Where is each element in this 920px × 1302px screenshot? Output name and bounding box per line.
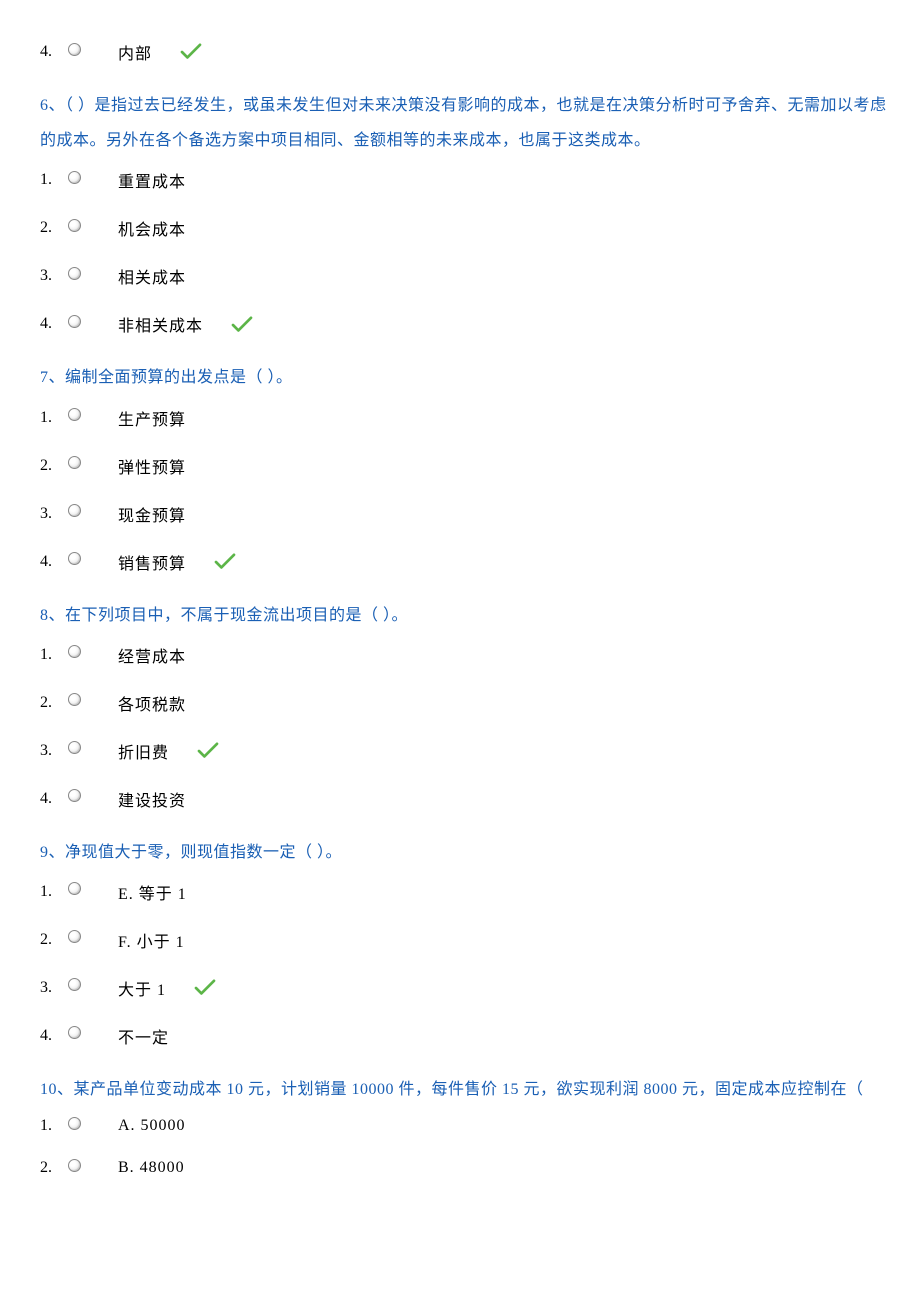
- option-text: 大于 1: [118, 976, 166, 1000]
- check-icon: [197, 742, 219, 760]
- option-row: 1. E. 等于 1: [40, 880, 888, 904]
- option-number: 2.: [40, 694, 68, 712]
- option-text: 各项税款: [118, 691, 186, 715]
- option-number: 1.: [40, 883, 68, 901]
- option-text: 折旧费: [118, 739, 169, 763]
- option-number: 2.: [40, 457, 68, 475]
- question-10-prompt: 10、某产品单位变动成本 10 元，计划销量 10000 件，每件售价 15 元…: [40, 1072, 888, 1107]
- option-number: 4.: [40, 1027, 68, 1045]
- option-text: 内部: [118, 40, 152, 64]
- option-text: A. 50000: [118, 1117, 186, 1135]
- check-icon: [194, 979, 216, 997]
- option-row: 3. 大于 1: [40, 976, 888, 1000]
- radio-button[interactable]: [68, 456, 81, 469]
- radio-button[interactable]: [68, 645, 81, 658]
- radio-button[interactable]: [68, 789, 81, 802]
- option-row: 3. 相关成本: [40, 264, 888, 288]
- option-row: 4. 内部: [40, 40, 888, 64]
- radio-button[interactable]: [68, 693, 81, 706]
- option-row: 1. 经营成本: [40, 643, 888, 667]
- option-number: 4.: [40, 315, 68, 333]
- option-row: 2. F. 小于 1: [40, 928, 888, 952]
- option-row: 2. 弹性预算: [40, 454, 888, 478]
- option-text: 重置成本: [118, 168, 186, 192]
- radio-wrap: [68, 49, 98, 56]
- radio-button[interactable]: [68, 1026, 81, 1039]
- option-row: 3. 现金预算: [40, 502, 888, 526]
- option-number: 2.: [40, 931, 68, 949]
- option-number: 3.: [40, 742, 68, 760]
- option-text: 相关成本: [118, 264, 186, 288]
- option-row: 4. 非相关成本: [40, 312, 888, 336]
- check-icon: [214, 552, 236, 570]
- option-number: 3.: [40, 979, 68, 997]
- question-9-prompt: 9、净现值大于零，则现值指数一定（ ）。: [40, 835, 888, 870]
- radio-button[interactable]: [68, 552, 81, 565]
- option-number: 4.: [40, 790, 68, 808]
- option-number: 4.: [40, 553, 68, 571]
- option-number: 1.: [40, 646, 68, 664]
- option-number: 1.: [40, 409, 68, 427]
- option-text: B. 48000: [118, 1159, 185, 1177]
- option-number: 1.: [40, 171, 68, 189]
- option-number: 1.: [40, 1117, 68, 1135]
- option-row: 4. 销售预算: [40, 550, 888, 574]
- option-number: 2.: [40, 219, 68, 237]
- radio-button[interactable]: [68, 171, 81, 184]
- option-text: 生产预算: [118, 406, 186, 430]
- radio-button[interactable]: [68, 930, 81, 943]
- option-number: 3.: [40, 505, 68, 523]
- radio-button[interactable]: [68, 1117, 81, 1130]
- option-text: 建设投资: [118, 787, 186, 811]
- radio-button[interactable]: [68, 741, 81, 754]
- option-row: 2. B. 48000: [40, 1159, 888, 1177]
- option-text: 现金预算: [118, 502, 186, 526]
- option-row: 4. 不一定: [40, 1024, 888, 1048]
- question-7-prompt: 7、编制全面预算的出发点是（ ）。: [40, 360, 888, 395]
- option-number: 4.: [40, 43, 68, 61]
- radio-button[interactable]: [68, 408, 81, 421]
- option-row: 1. 生产预算: [40, 406, 888, 430]
- question-8-prompt: 8、在下列项目中，不属于现金流出项目的是（ ）。: [40, 598, 888, 633]
- radio-button[interactable]: [68, 1159, 81, 1172]
- option-text: 不一定: [118, 1024, 169, 1048]
- check-icon: [231, 315, 253, 333]
- option-text: 非相关成本: [118, 312, 203, 336]
- radio-button[interactable]: [68, 219, 81, 232]
- option-text: 弹性预算: [118, 454, 186, 478]
- check-icon: [180, 43, 202, 61]
- option-row: 2. 各项税款: [40, 691, 888, 715]
- option-text: F. 小于 1: [118, 928, 185, 952]
- radio-button[interactable]: [68, 267, 81, 280]
- option-number: 3.: [40, 267, 68, 285]
- option-row: 1. 重置成本: [40, 168, 888, 192]
- radio-button[interactable]: [68, 43, 81, 56]
- option-row: 2. 机会成本: [40, 216, 888, 240]
- radio-button[interactable]: [68, 882, 81, 895]
- option-text: 机会成本: [118, 216, 186, 240]
- option-text: E. 等于 1: [118, 880, 187, 904]
- option-row: 3. 折旧费: [40, 739, 888, 763]
- question-6-prompt: 6、（ ）是指过去已经发生，或虽未发生但对未来决策没有影响的成本，也就是在决策分…: [40, 88, 888, 158]
- option-row: 1. A. 50000: [40, 1117, 888, 1135]
- option-number: 2.: [40, 1159, 68, 1177]
- option-text: 经营成本: [118, 643, 186, 667]
- option-text: 销售预算: [118, 550, 186, 574]
- radio-button[interactable]: [68, 315, 81, 328]
- option-row: 4. 建设投资: [40, 787, 888, 811]
- radio-button[interactable]: [68, 504, 81, 517]
- radio-button[interactable]: [68, 978, 81, 991]
